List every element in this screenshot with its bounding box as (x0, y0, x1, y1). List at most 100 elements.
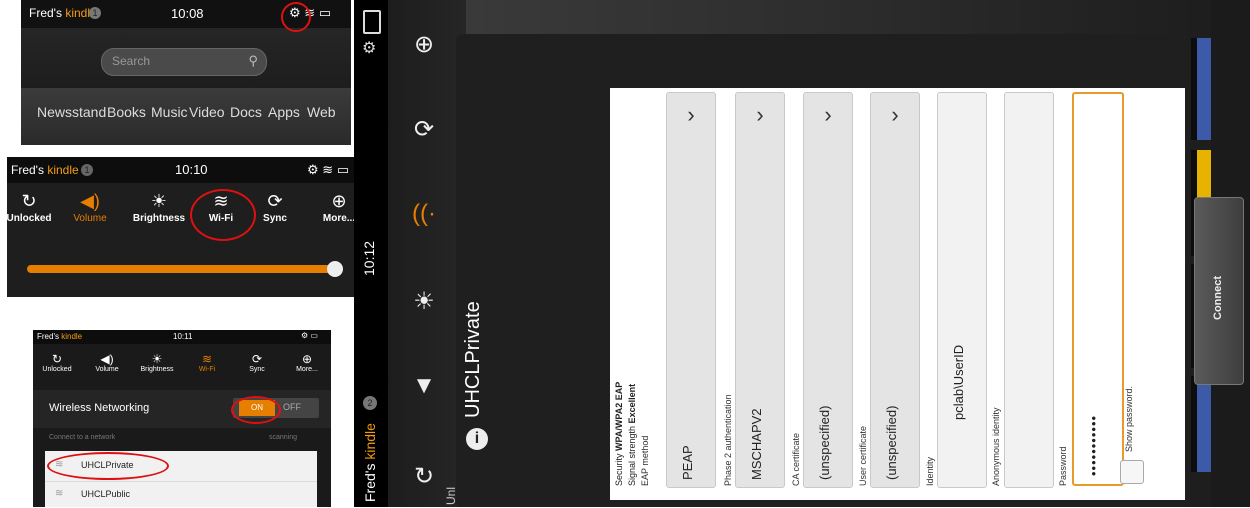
status-icons: ⚙ ≋ ▭ (307, 162, 349, 178)
wifi-credentials-screenshot: ⚙ 10:12 2 Fred's kindle ⊕ ⟳ ((· ☀ ▼ ↻ Un… (354, 0, 1250, 507)
show-password-label[interactable]: Show password. (1124, 386, 1134, 452)
device-owner: Fred's kindle (362, 423, 378, 502)
notification-count[interactable]: 1 (89, 7, 101, 19)
kindle-home-screenshot: Fred's kindle 1 10:08 ⚙ ≋ ▭ Search ⚲ New… (21, 0, 351, 145)
user-certificate-label: User certificate (858, 425, 868, 486)
notification-count[interactable]: 2 (363, 396, 377, 410)
qs-brightness[interactable]: ☀ Brightness (129, 191, 189, 224)
anonymous-identity-label: Anonymous identity (991, 407, 1001, 486)
volume-icon: ◀) (100, 352, 114, 366)
status-icons: ⚙ ▭ (301, 331, 318, 340)
password-label: Password (1058, 446, 1068, 486)
chevron-right-icon: › (756, 102, 764, 127)
plus-icon: ⊕ (301, 352, 313, 366)
sync-icon[interactable]: ⟳ (404, 115, 444, 144)
volume-icon: ◀) (80, 191, 100, 211)
status-bar-rotated: ⚙ 10:12 2 Fred's kindle (354, 0, 388, 507)
highlight-circle (47, 452, 169, 480)
ca-certificate-label: CA certificate (791, 432, 801, 486)
nav-apps[interactable]: Apps (268, 104, 300, 120)
nav-web[interactable]: Web (307, 104, 336, 120)
wifi-icon: ≋ (201, 352, 213, 366)
qs-sync[interactable]: ⟳ Sync (245, 191, 305, 224)
battery-icon: ▭ (336, 162, 350, 177)
identity-input[interactable] (937, 92, 987, 488)
status-bar: Fred's kindle 1 10:08 ⚙ ≋ ▭ (21, 0, 351, 32)
device-owner: Fred's kindle (37, 332, 83, 341)
gear-icon[interactable]: ⚙ (307, 162, 319, 177)
wifi-icon: ≋ (55, 488, 64, 499)
quick-settings-column: ⊕ ⟳ ((· ☀ ▼ ↻ Unl (388, 0, 466, 507)
brightness-icon: ☀ (150, 191, 168, 211)
battery-icon: ▭ (318, 5, 332, 20)
connect-label: Connect (1212, 276, 1224, 320)
connect-button[interactable]: Connect (1194, 197, 1244, 385)
nav-newsstand[interactable]: Newsstand (37, 104, 106, 120)
nav-docs[interactable]: Docs (230, 104, 262, 120)
wifi-icon[interactable]: ((· (404, 200, 444, 228)
search-icon[interactable]: ⚲ (248, 53, 258, 69)
info-icon: i (466, 428, 488, 450)
eap-method-value: PEAP (680, 445, 695, 480)
connect-to-network-label: Connect to a network (49, 434, 116, 441)
sync-icon: ⟳ (251, 352, 263, 366)
show-password-checkbox[interactable] (1120, 460, 1144, 484)
status-bar: Fred's kindle 10:11 ⚙ ▭ (33, 330, 331, 344)
volume-icon[interactable]: ▼ (404, 372, 444, 400)
anonymous-identity-input[interactable] (1004, 92, 1054, 488)
phase2-label: Phase 2 authentication (723, 394, 733, 486)
network-item[interactable]: ≋ UHCLPublic (45, 481, 317, 508)
rotate-icon[interactable]: ↻ (404, 462, 444, 491)
clock: 10:12 (361, 240, 377, 276)
search-box[interactable]: Search ⚲ (101, 48, 267, 76)
qs-unlocked[interactable]: ↻ Unlocked (33, 352, 81, 373)
qs-unlocked[interactable]: ↻ Unlocked (0, 191, 59, 224)
highlight-circle (231, 396, 281, 424)
qs-volume[interactable]: ◀) Volume (60, 191, 120, 224)
chevron-right-icon: › (891, 102, 899, 127)
qs-more[interactable]: ⊕ More... (283, 352, 331, 373)
gear-icon[interactable]: ⚙ (301, 331, 308, 340)
identity-value: pclab\UserID (951, 344, 966, 420)
notification-count[interactable]: 1 (81, 164, 93, 176)
brightness-slider[interactable] (27, 265, 337, 273)
qs-wifi[interactable]: ≋ Wi-Fi (183, 352, 231, 373)
toggle-off[interactable]: OFF (283, 402, 301, 412)
battery-icon: ▭ (310, 331, 318, 340)
password-value: ••••••••••• (1086, 414, 1101, 476)
identity-label: Identity (925, 456, 935, 486)
clock: 10:11 (173, 332, 193, 341)
device-owner: Fred's kindle (11, 163, 79, 177)
wifi-icon: ≋ (322, 162, 334, 177)
chevron-right-icon: › (824, 102, 832, 127)
gear-icon[interactable]: ⚙ (362, 38, 376, 58)
chevron-right-icon: › (687, 102, 695, 127)
network-dialog: i UHCLPrivate Security WPA/WPA2 EAP Sign… (456, 34, 1244, 507)
security-line: Security WPA/WPA2 EAP (614, 381, 624, 486)
wireless-networking-label: Wireless Networking (49, 402, 150, 414)
phase2-value: MSCHAPV2 (749, 408, 764, 480)
eap-method-select[interactable] (666, 92, 716, 488)
search-input[interactable]: Search (112, 54, 150, 68)
slider-knob[interactable] (327, 261, 343, 277)
brightness-icon[interactable]: ☀ (404, 287, 444, 316)
library-nav: Newsstand Books Music Video Docs Apps We… (21, 88, 351, 145)
signal-line: Signal strength Excellent (627, 383, 637, 486)
plus-icon[interactable]: ⊕ (404, 30, 444, 59)
qs-brightness[interactable]: ☀ Brightness (133, 352, 181, 373)
qs-volume[interactable]: ◀) Volume (83, 352, 131, 373)
battery-icon (363, 10, 381, 34)
eap-method-label: EAP method (640, 435, 650, 486)
nav-books[interactable]: Books (107, 104, 146, 120)
clock: 10:08 (171, 6, 204, 21)
dialog-title: UHCLPrivate (462, 301, 484, 418)
nav-video[interactable]: Video (189, 104, 225, 120)
qs-sync[interactable]: ⟳ Sync (233, 352, 281, 373)
highlight-circle (281, 2, 311, 32)
brightness-icon: ☀ (151, 352, 163, 366)
quick-settings-screenshot: Fred's kindle 1 10:10 ⚙ ≋ ▭ ↻ Unlocked ◀)… (6, 157, 360, 297)
status-bar: Fred's kindle 1 10:10 ⚙ ≋ ▭ (7, 157, 360, 183)
ca-certificate-value: (unspecified) (817, 405, 832, 480)
scanning-label: scanning (269, 434, 298, 441)
nav-music[interactable]: Music (151, 104, 188, 120)
